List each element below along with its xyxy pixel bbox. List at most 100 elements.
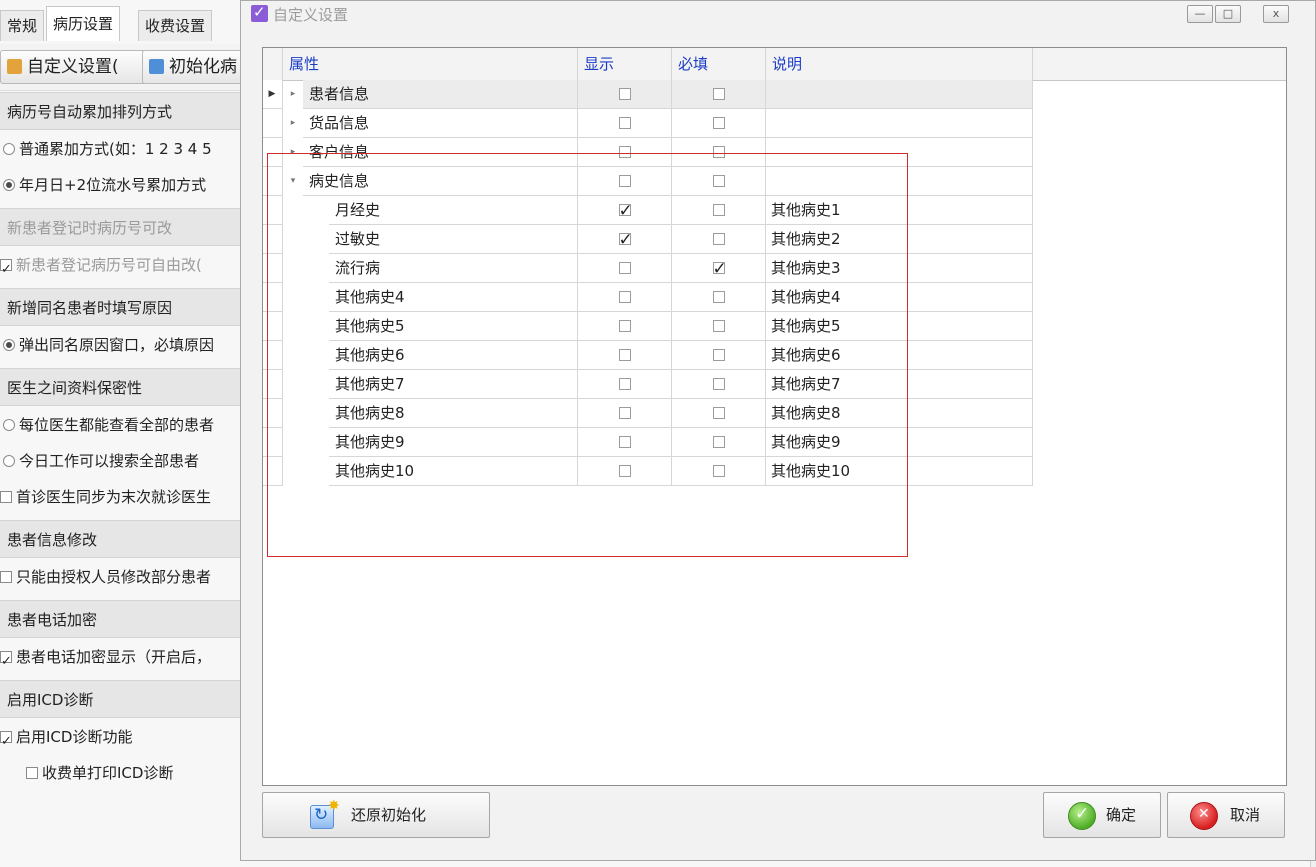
required-checkbox[interactable] xyxy=(712,117,725,129)
required-checkbox[interactable] xyxy=(712,320,725,332)
description-cell[interactable]: 其他病史9 xyxy=(766,428,1033,457)
required-cell[interactable] xyxy=(672,457,766,486)
required-cell[interactable] xyxy=(672,283,766,312)
checkbox[interactable] xyxy=(26,767,38,779)
expand-icon[interactable]: ▸ xyxy=(285,109,301,138)
show-checkbox[interactable] xyxy=(618,349,631,361)
required-cell[interactable] xyxy=(672,341,766,370)
show-checkbox[interactable] xyxy=(618,378,631,390)
show-checkbox[interactable] xyxy=(618,262,631,274)
grid-row[interactable]: 其他病史4 其他病史4 xyxy=(263,283,1033,312)
show-checkbox[interactable] xyxy=(618,226,633,255)
grid-group-row[interactable]: ▾ 病史信息 xyxy=(263,167,1033,196)
required-cell[interactable] xyxy=(672,196,766,225)
required-checkbox[interactable] xyxy=(712,436,725,448)
grid-group-row[interactable]: ▶ ▸ 患者信息 xyxy=(263,80,1033,109)
required-checkbox[interactable] xyxy=(712,291,725,303)
row-indicator[interactable] xyxy=(263,138,283,167)
checkbox-option[interactable]: 患者电话加密显示（开启后， xyxy=(0,642,240,672)
required-checkbox[interactable] xyxy=(712,88,725,100)
radio-option[interactable]: 年月日+2位流水号累加方式 xyxy=(0,170,240,200)
grid-row[interactable]: 其他病史8 其他病史8 xyxy=(263,399,1033,428)
checkbox[interactable] xyxy=(0,491,12,503)
required-cell[interactable] xyxy=(672,167,766,196)
required-cell[interactable] xyxy=(672,428,766,457)
show-checkbox[interactable] xyxy=(618,117,631,129)
required-checkbox[interactable] xyxy=(712,255,727,284)
show-cell[interactable] xyxy=(578,138,672,167)
grid-row[interactable]: 流行病 其他病史3 xyxy=(263,254,1033,284)
checkbox-option[interactable]: 启用ICD诊断功能 xyxy=(0,722,240,752)
checkbox-option[interactable]: 新患者登记病历号可自由改( xyxy=(0,250,240,280)
show-checkbox[interactable] xyxy=(618,407,631,419)
show-cell[interactable] xyxy=(578,399,672,428)
grid-row[interactable]: 其他病史7 其他病史7 xyxy=(263,370,1033,399)
description-cell[interactable]: 其他病史8 xyxy=(766,399,1033,428)
grid-row[interactable]: 过敏史 其他病史2 xyxy=(263,225,1033,255)
description-cell[interactable]: 其他病史1 xyxy=(766,196,1033,225)
required-checkbox[interactable] xyxy=(712,378,725,390)
row-indicator[interactable] xyxy=(263,283,283,312)
required-cell[interactable] xyxy=(672,109,766,138)
required-cell[interactable] xyxy=(672,254,766,284)
required-checkbox[interactable] xyxy=(712,349,725,361)
description-cell[interactable] xyxy=(766,80,1033,109)
required-checkbox[interactable] xyxy=(712,407,725,419)
expand-icon[interactable]: ▸ xyxy=(285,138,301,167)
show-cell[interactable] xyxy=(578,312,672,341)
close-button[interactable]: x xyxy=(1263,5,1289,23)
property-name-cell[interactable]: 其他病史10 xyxy=(329,457,578,486)
required-checkbox[interactable] xyxy=(712,175,725,187)
description-cell[interactable]: 其他病史5 xyxy=(766,312,1033,341)
required-cell[interactable] xyxy=(672,312,766,341)
property-name-cell[interactable]: 过敏史 xyxy=(329,225,578,254)
property-name-cell[interactable]: 货品信息 xyxy=(303,109,578,138)
collapse-icon[interactable]: ▾ xyxy=(285,167,301,196)
header-description[interactable]: 说明 xyxy=(766,48,1033,80)
property-name-cell[interactable]: 其他病史8 xyxy=(329,399,578,428)
grid-group-row[interactable]: ▸ 货品信息 xyxy=(263,109,1033,138)
required-checkbox[interactable] xyxy=(712,233,725,245)
tab-general[interactable]: 常规 xyxy=(0,10,45,41)
minimize-button[interactable]: — xyxy=(1187,5,1213,23)
radio-option[interactable]: 普通累加方式(如：1 2 3 4 5 xyxy=(0,134,240,164)
description-cell[interactable] xyxy=(766,138,1033,167)
description-cell[interactable]: 其他病史10 xyxy=(766,457,1033,486)
maximize-button[interactable]: □ xyxy=(1215,5,1241,23)
show-cell[interactable] xyxy=(578,254,672,283)
show-cell[interactable] xyxy=(578,196,672,226)
show-checkbox[interactable] xyxy=(618,146,631,158)
radio-option[interactable]: 弹出同名原因窗口，必填原因 xyxy=(0,330,240,360)
checkbox[interactable] xyxy=(0,571,12,583)
property-name-cell[interactable]: 病史信息 xyxy=(303,167,578,196)
row-indicator[interactable] xyxy=(263,457,283,486)
show-checkbox[interactable] xyxy=(618,88,631,100)
radio-option[interactable]: 每位医生都能查看全部的患者 xyxy=(0,410,240,440)
checkbox-option[interactable]: 首诊医生同步为末次就诊医生 xyxy=(0,482,240,512)
show-cell[interactable] xyxy=(578,225,672,255)
show-cell[interactable] xyxy=(578,370,672,399)
dialog-title-bar[interactable]: 自定义设置 — □ x xyxy=(241,1,1315,29)
row-indicator[interactable] xyxy=(263,370,283,399)
row-indicator[interactable] xyxy=(263,254,283,283)
radio-button[interactable] xyxy=(3,179,15,191)
description-cell[interactable]: 其他病史6 xyxy=(766,341,1033,370)
show-checkbox[interactable] xyxy=(618,436,631,448)
show-cell[interactable] xyxy=(578,167,672,196)
header-show[interactable]: 显示 xyxy=(578,48,672,80)
checkbox[interactable] xyxy=(0,255,12,280)
row-indicator[interactable] xyxy=(263,167,283,196)
expand-icon[interactable]: ▸ xyxy=(285,80,301,109)
radio-button[interactable] xyxy=(3,419,15,431)
show-cell[interactable] xyxy=(578,80,672,109)
show-checkbox[interactable] xyxy=(618,465,631,477)
radio-option[interactable]: 今日工作可以搜索全部患者 xyxy=(0,446,240,476)
ok-button[interactable]: 确定 xyxy=(1043,792,1161,838)
show-cell[interactable] xyxy=(578,283,672,312)
property-name-cell[interactable]: 其他病史9 xyxy=(329,428,578,457)
grid-row[interactable]: 其他病史10 其他病史10 xyxy=(263,457,1033,486)
grid-row[interactable]: 其他病史6 其他病史6 xyxy=(263,341,1033,370)
row-indicator[interactable]: ▶ xyxy=(263,80,283,109)
property-name-cell[interactable]: 客户信息 xyxy=(303,138,578,167)
checkbox-option[interactable]: 只能由授权人员修改部分患者 xyxy=(0,562,240,592)
